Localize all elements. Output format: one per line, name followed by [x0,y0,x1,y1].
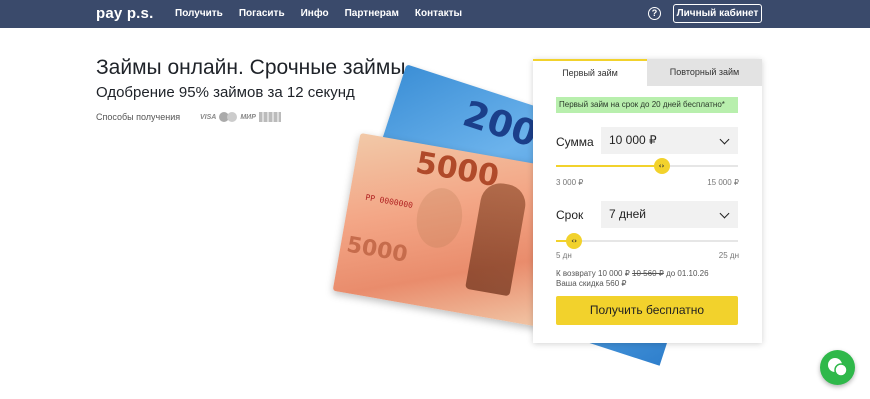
amount-max: 15 000 ₽ [707,178,739,187]
nav-partners[interactable]: Партнерам [345,8,399,19]
payment-methods-label: Способы получения [96,112,181,122]
promo-banner: Первый займ на срок до 20 дней бесплатно… [556,97,738,113]
amount-min: 3 000 ₽ [556,178,584,187]
main-nav: Получить Погасить Инфо Партнерам Контакт… [175,8,478,19]
term-slider-track[interactable] [556,240,738,242]
term-max: 25 дн [718,251,739,260]
get-loan-button[interactable]: Получить бесплатно [556,296,738,325]
term-select[interactable]: 7 дней [601,201,738,228]
amount-select[interactable]: 10 000 ₽ [601,127,738,154]
term-value: 7 дней [609,207,647,221]
amount-label: Сумма [556,135,594,149]
term-label: Срок [556,208,584,222]
repayment-line: К возврату 10 000 ₽ 10 560 ₽ до 01.10.26 [556,269,709,279]
repayment-old-amount: 10 560 ₽ [632,269,664,278]
banknote-serial: PP 0000000 [364,192,414,211]
mir-logo: МИР [240,113,256,121]
nav-repay[interactable]: Погасить [239,8,285,19]
discount-line: Ваша скидка 560 ₽ [556,279,627,288]
tab-first-loan[interactable]: Первый займ [533,59,647,86]
chevron-down-icon [719,134,730,145]
term-slider-handle[interactable]: ‹› [566,233,583,249]
tab-repeat-loan[interactable]: Повторный займ [647,59,762,86]
nav-contacts[interactable]: Контакты [415,8,462,19]
chat-bubble-icon [828,358,848,377]
amount-value: 10 000 ₽ [609,133,657,147]
chevron-down-icon [719,208,730,219]
top-navigation-bar: pay p.s. Получить Погасить Инфо Партнера… [0,0,870,28]
banknote-statue [465,180,529,297]
banknote-5000-value-small: 5000 [344,232,410,268]
mastercard-icon [219,112,238,122]
loan-tabs: Первый займ Повторный займ [533,59,762,86]
amount-slider-handle[interactable]: ‹› [653,158,670,174]
nav-get[interactable]: Получить [175,8,223,19]
rk-logo-icon [258,112,281,122]
amount-slider-track[interactable] [556,165,738,167]
repayment-amount: К возврату 10 000 ₽ [556,269,630,278]
page-subtitle: Одобрение 95% займов за 12 секунд [96,84,355,101]
nav-info[interactable]: Инфо [301,8,329,19]
visa-logo: VISA [200,113,217,121]
personal-cabinet-button[interactable]: Личный кабинет [673,4,762,23]
banknote-watermark [412,184,467,252]
question-circle-icon[interactable]: ? [648,7,661,20]
payment-logos: VISA МИР [200,112,281,122]
repayment-date: до 01.10.26 [666,269,709,278]
chat-button[interactable] [820,350,855,385]
amount-slider-fill [556,165,662,167]
logo[interactable]: pay p.s. [96,5,153,22]
loan-calculator-card: Первый займ Повторный займ Первый займ н… [533,59,762,343]
term-min: 5 дн [556,251,572,260]
page-title: Займы онлайн. Срочные займы [96,56,406,79]
repayment-summary: К возврату 10 000 ₽ 10 560 ₽ до 01.10.26… [556,269,709,289]
